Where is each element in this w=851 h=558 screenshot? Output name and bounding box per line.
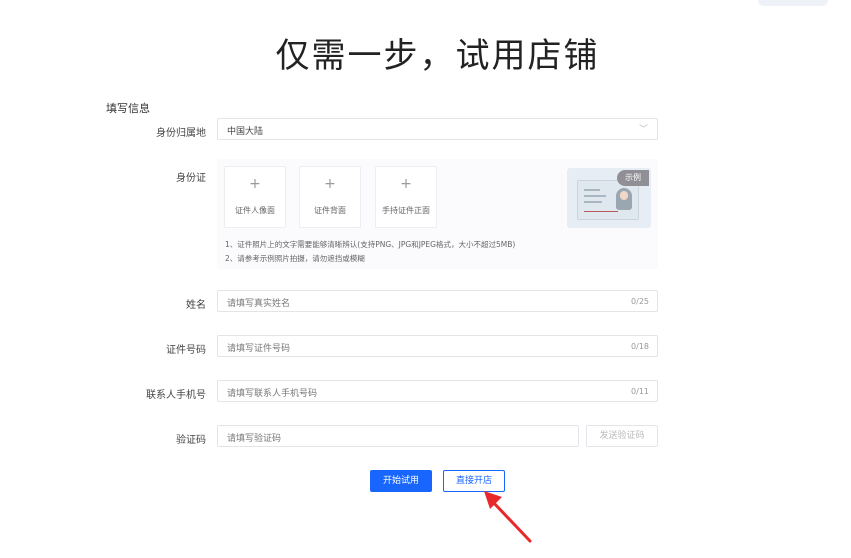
id-number-char-count: 0/18 — [631, 342, 649, 351]
verify-label: 验证码 — [176, 435, 206, 446]
section-title: 填写信息 — [106, 102, 150, 115]
plus-icon: + — [249, 176, 261, 192]
name-input[interactable]: 请填写真实姓名 0/25 — [217, 290, 658, 312]
portrait-icon — [616, 188, 632, 210]
name-label: 姓名 — [186, 300, 206, 311]
page-title: 仅需一步，试用店铺 — [275, 36, 600, 76]
region-select[interactable]: 中国大陆 ﹀ — [217, 118, 658, 140]
id-card-label: 身份证 — [176, 173, 206, 184]
phone-placeholder: 请填写联系人手机号码 — [227, 389, 318, 399]
top-corner-decoration — [758, 0, 828, 6]
upload-caption: 手持证件正面 — [382, 206, 430, 215]
phone-label: 联系人手机号 — [146, 390, 206, 401]
upload-note: 2、请参考示例照片拍摄，请勿遮挡或模糊 — [225, 254, 365, 263]
upload-handheld[interactable]: + 手持证件正面 — [375, 166, 437, 228]
start-trial-button[interactable]: 开始试用 — [370, 470, 432, 492]
sample-badge: 示例 — [617, 170, 649, 186]
upload-notes: 1、证件照片上的文字需要能够清晰辨认(支持PNG、JPG和JPEG格式，大小不超… — [225, 238, 515, 266]
upload-back-side[interactable]: + 证件背面 — [299, 166, 361, 228]
upload-portrait-side[interactable]: + 证件人像面 — [224, 166, 286, 228]
region-label: 身份归属地 — [156, 128, 206, 139]
send-code-button[interactable]: 发送验证码 — [586, 425, 658, 447]
upload-caption: 证件背面 — [314, 206, 346, 215]
id-card-illustration — [577, 180, 639, 220]
phone-input[interactable]: 请填写联系人手机号码 0/11 — [217, 380, 658, 402]
plus-icon: + — [400, 176, 412, 192]
name-char-count: 0/25 — [631, 297, 649, 306]
id-number-input[interactable]: 请填写证件号码 0/18 — [217, 335, 658, 357]
plus-icon: + — [324, 176, 336, 192]
upload-caption: 证件人像面 — [235, 206, 275, 215]
region-value: 中国大陆 — [227, 127, 264, 137]
name-placeholder: 请填写真实姓名 — [227, 299, 291, 309]
verify-placeholder: 请填写验证码 — [227, 434, 282, 444]
id-number-label: 证件号码 — [166, 345, 206, 356]
id-card-upload-area: + 证件人像面 + 证件背面 + 手持证件正面 1、证件照片上的文字需要能够清晰… — [217, 159, 658, 269]
upload-note: 1、证件照片上的文字需要能够清晰辨认(支持PNG、JPG和JPEG格式，大小不超… — [225, 240, 516, 249]
phone-char-count: 0/11 — [631, 387, 649, 396]
annotation-arrow-icon — [484, 491, 532, 543]
verify-code-input[interactable]: 请填写验证码 — [217, 425, 579, 447]
chevron-down-icon: ﹀ — [638, 125, 648, 135]
id-number-placeholder: 请填写证件号码 — [227, 344, 291, 354]
